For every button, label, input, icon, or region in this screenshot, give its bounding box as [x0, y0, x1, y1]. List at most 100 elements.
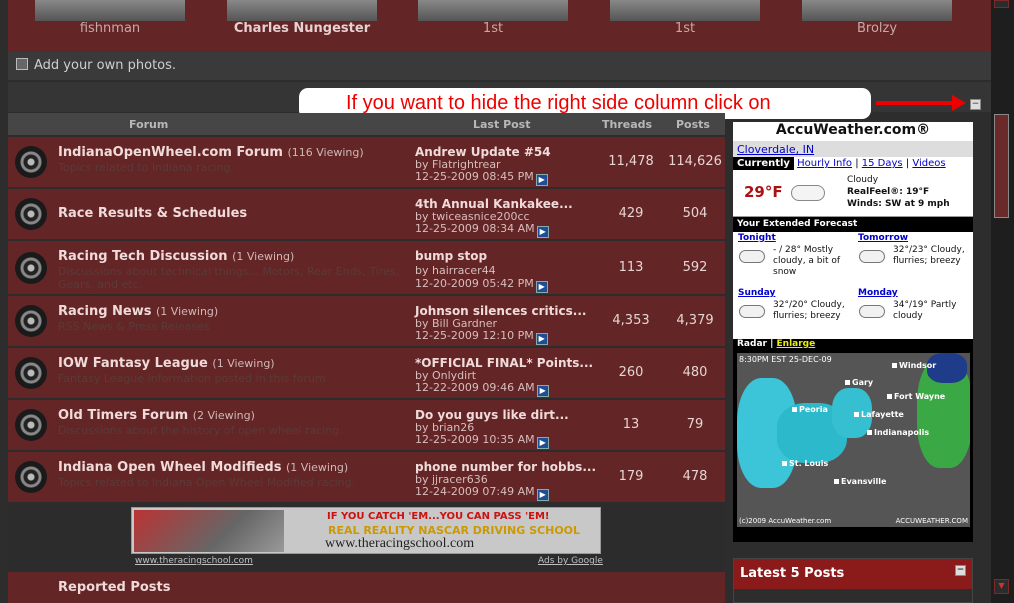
tab-currently[interactable]: Currently — [733, 157, 794, 170]
forum-description: Topics related to Indiana Open Wheel Mod… — [58, 476, 356, 489]
table-row[interactable]: IOW Fantasy League (1 Viewing) Fantasy Le… — [8, 348, 725, 398]
forecast-day-link[interactable]: Sunday — [738, 288, 775, 299]
forum-title[interactable]: Indiana Open Wheel Modifieds — [58, 460, 281, 475]
last-post-title[interactable]: 4th Annual Kankakee... — [415, 197, 573, 211]
tab-videos[interactable]: Videos — [912, 158, 945, 169]
radar-header: Radar | Enlarge — [733, 339, 973, 352]
table-row[interactable]: Old Timers Forum (2 Viewing) Discussions … — [8, 400, 725, 450]
forum-title[interactable]: Reported Posts — [58, 580, 171, 595]
arrow-head-icon — [952, 95, 966, 111]
last-post-date-wrap: 12-24-2009 07:49 AM ▶ — [415, 485, 549, 501]
last-post-date-wrap: 12-20-2009 05:42 PM ▶ — [415, 277, 548, 293]
table-row[interactable]: Indiana Open Wheel Modifieds (1 Viewing)… — [8, 452, 725, 502]
viewing-count: (1 Viewing) — [286, 461, 349, 474]
forum-title[interactable]: IOW Fantasy League — [58, 356, 208, 371]
table-row[interactable]: Racing News (1 Viewing) RSS News & Press … — [8, 296, 725, 346]
forum-description: Discussions about the history of open wh… — [58, 424, 343, 437]
last-post-author[interactable]: by hairracer44 — [415, 264, 496, 277]
table-row[interactable]: Reported Posts — [8, 572, 725, 603]
forum-title[interactable]: Old Timers Forum — [58, 408, 188, 423]
forecast-day-link[interactable]: Monday — [858, 288, 898, 299]
header-threads[interactable]: Threads — [602, 118, 652, 131]
table-row[interactable]: IndianaOpenWheel.com Forum (116 Viewing)… — [8, 137, 725, 187]
city-label: Windsor — [892, 361, 936, 370]
ad-url-link[interactable]: www.theracingschool.com — [135, 556, 253, 566]
forecast-day[interactable]: Tonight - / 28° Mostly cloudy, a bit of … — [733, 232, 851, 284]
add-photos-link[interactable]: Add your own photos. — [8, 52, 991, 80]
last-post-cell: Johnson silences critics... by Bill Gardn… — [409, 296, 597, 346]
collapse-latest-button[interactable]: − — [955, 565, 966, 576]
photo-thumbnail[interactable] — [227, 0, 377, 21]
threads-count: 260 — [599, 348, 663, 398]
tab-15-days[interactable]: 15 Days — [862, 158, 903, 169]
go-to-last-post-icon[interactable]: ▶ — [536, 437, 549, 449]
go-to-last-post-icon[interactable]: ▶ — [536, 226, 549, 238]
weather-widget: AccuWeather.com® Cloverdale, IN Currentl… — [733, 122, 973, 542]
forum-title[interactable]: Race Results & Schedules — [58, 206, 247, 221]
last-post-cell: *OFFICIAL FINAL* Points... by Onlydirt 12-… — [409, 348, 597, 398]
last-post-title[interactable]: Do you guys like dirt... — [415, 408, 569, 422]
go-to-last-post-icon[interactable]: ▶ — [535, 281, 548, 293]
scrollbar[interactable]: ▼ — [991, 0, 1014, 603]
posts-count: 4,379 — [665, 296, 725, 346]
last-post-title[interactable]: phone number for hobbs... — [415, 460, 596, 474]
cloud-icon — [859, 305, 885, 318]
forecast-day-link[interactable]: Tonight — [738, 233, 776, 244]
header-posts[interactable]: Posts — [676, 118, 710, 131]
table-row[interactable]: Racing Tech Discussion (1 Viewing) Discus… — [8, 241, 725, 294]
table-header: Forum Last Post Threads Posts — [8, 113, 725, 135]
photo-thumbnail[interactable] — [802, 0, 952, 21]
photo-thumbnail[interactable] — [418, 0, 568, 21]
location-link[interactable]: Cloverdale, IN — [737, 143, 814, 156]
forecast-day[interactable]: Tomorrow 32°/23° Cloudy, flurries; breez… — [853, 232, 971, 284]
city-label: Evansville — [834, 477, 886, 486]
scroll-down-button[interactable]: ▼ — [994, 579, 1009, 594]
last-post-title[interactable]: *OFFICIAL FINAL* Points... — [415, 356, 593, 370]
enlarge-radar-link[interactable]: Enlarge — [777, 339, 816, 349]
go-to-last-post-icon[interactable]: ▶ — [536, 489, 549, 501]
scroll-up-button[interactable] — [994, 0, 1009, 8]
forum-title[interactable]: Racing Tech Discussion — [58, 249, 228, 264]
forum-title-wrap: Old Timers Forum (2 Viewing) — [58, 408, 255, 423]
header-forum[interactable]: Forum — [129, 118, 168, 131]
forum-title[interactable]: Racing News — [58, 304, 151, 319]
last-post-title[interactable]: Andrew Update #54 — [415, 145, 551, 159]
last-post-date-wrap: 12-25-2009 12:10 PM ▶ — [415, 329, 548, 345]
forecast-day-link[interactable]: Tomorrow — [858, 233, 908, 244]
ad-banner[interactable]: IF YOU CATCH 'EM...YOU CAN PASS 'EM! REA… — [131, 507, 601, 554]
viewing-count: (1 Viewing) — [212, 357, 275, 370]
ads-by-google-link[interactable]: Ads by Google — [538, 556, 603, 566]
conditions-text: Cloudy RealFeel®: 19°F Winds: SW at 9 mp… — [847, 174, 950, 210]
radar-map[interactable]: 8:30PM EST 25-DEC-09 Windsor Gary Fort W… — [737, 353, 970, 527]
tab-hourly[interactable]: Hourly Info — [797, 158, 852, 169]
photo-thumbnail[interactable] — [35, 0, 185, 21]
forum-description: Discussions about technical things... Mo… — [58, 265, 399, 291]
go-to-last-post-icon[interactable]: ▶ — [535, 333, 548, 345]
accuweather-logo[interactable]: AccuWeather.com® — [733, 122, 973, 141]
forum-title[interactable]: IndianaOpenWheel.com Forum — [58, 145, 283, 160]
photo-author[interactable]: Charles Nungester — [217, 21, 387, 36]
photo-author[interactable]: fishnman — [25, 21, 195, 36]
go-to-last-post-icon[interactable]: ▶ — [535, 174, 548, 186]
viewing-count: (116 Viewing) — [287, 146, 364, 159]
photo-author[interactable]: Brolzy — [792, 21, 962, 36]
photo-author[interactable]: 1st — [600, 21, 770, 36]
last-post-title[interactable]: Johnson silences critics... — [415, 304, 586, 318]
winds: Winds: SW at 9 mph — [847, 199, 950, 209]
forum-cell: Old Timers Forum (2 Viewing) Discussions … — [8, 400, 407, 450]
city-label: Indianapolis — [867, 428, 929, 437]
last-post-date-wrap: 12-22-2009 09:46 AM ▶ — [415, 381, 549, 397]
go-to-last-post-icon[interactable]: ▶ — [536, 385, 549, 397]
add-photos-label: Add your own photos. — [34, 58, 177, 73]
photo-thumbnail[interactable] — [610, 0, 760, 21]
last-post-title[interactable]: bump stop — [415, 249, 487, 263]
forecast-day[interactable]: Monday 34°/19° Partly cloudy — [853, 287, 971, 339]
collapse-right-column-button[interactable]: − — [970, 99, 981, 110]
posts-cell — [665, 572, 725, 603]
header-last-post[interactable]: Last Post — [473, 118, 531, 131]
table-row[interactable]: Race Results & Schedules 4th Annual Kank… — [8, 189, 725, 239]
realfeel: RealFeel®: 19°F — [847, 187, 930, 197]
forecast-day[interactable]: Sunday 32°/20° Cloudy, flurries; breezy — [733, 287, 851, 339]
scroll-thumb[interactable] — [994, 114, 1009, 218]
photo-author[interactable]: 1st — [408, 21, 578, 36]
